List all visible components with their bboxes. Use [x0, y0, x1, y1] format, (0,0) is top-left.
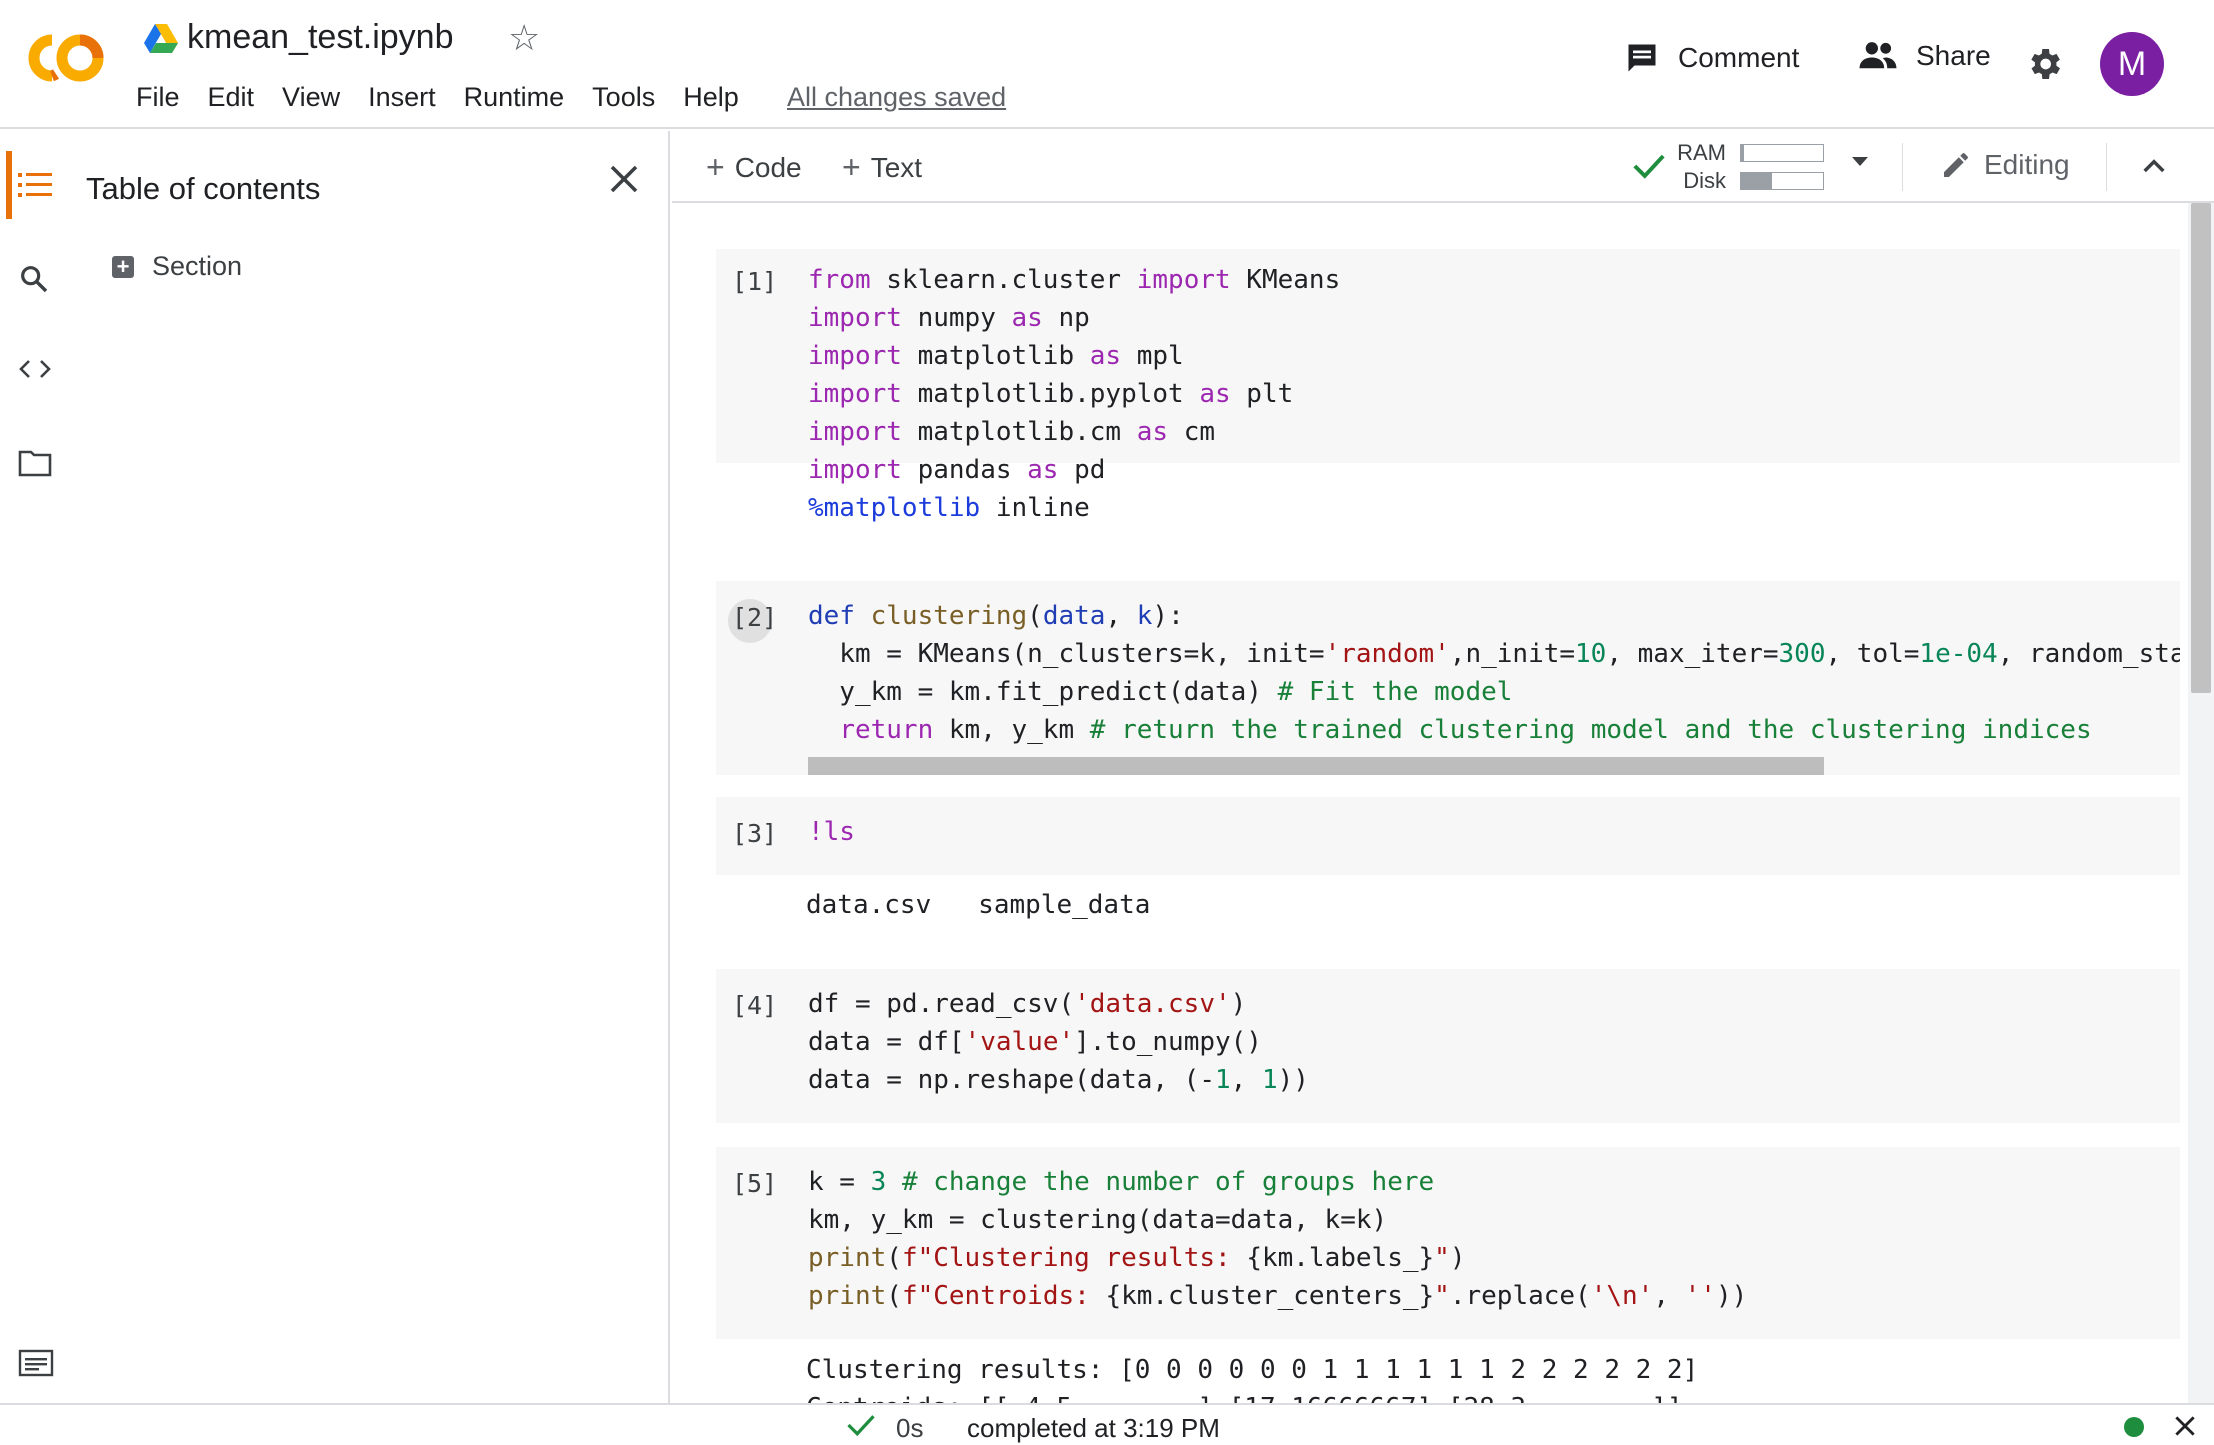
- add-text-label: Text: [870, 151, 923, 183]
- colab-logo[interactable]: [22, 30, 106, 86]
- menu-file[interactable]: File: [136, 80, 180, 114]
- chevron-up-icon[interactable]: [2138, 151, 2170, 183]
- execution-count: [2]: [732, 603, 778, 632]
- add-section-button[interactable]: + Section: [112, 251, 242, 282]
- scrollbar-thumb[interactable]: [2191, 203, 2211, 693]
- rail-active-indicator: [6, 151, 12, 219]
- share-label: Share: [1916, 40, 1991, 71]
- notebook-toolbar: + Code + Text RAM Disk Editing: [672, 131, 2214, 203]
- cell-code[interactable]: def clustering(data, k): km = KMeans(n_c…: [808, 597, 2180, 749]
- code-cell[interactable]: [5] k = 3 # change the number of groups …: [716, 1147, 2180, 1339]
- google-drive-icon[interactable]: [144, 24, 178, 54]
- menu-view[interactable]: View: [282, 80, 340, 114]
- comment-label: Comment: [1678, 42, 1800, 73]
- add-text-button[interactable]: + Text: [842, 149, 922, 186]
- add-code-label: Code: [734, 151, 802, 183]
- chevron-down-icon[interactable]: [1852, 157, 1868, 166]
- save-status-link[interactable]: All changes saved: [787, 80, 1006, 114]
- cell-code[interactable]: from sklearn.cluster import KMeans impor…: [808, 261, 1340, 527]
- cell-output: data.csv sample_data: [806, 890, 1151, 920]
- avatar[interactable]: M: [2100, 32, 2164, 96]
- share-button[interactable]: Share: [1858, 40, 1991, 72]
- search-icon[interactable]: [18, 263, 50, 295]
- cell-output: Clustering results: [0 0 0 0 0 0 1 1 1 1…: [806, 1355, 1699, 1385]
- plus-icon: +: [842, 149, 861, 185]
- cell-code[interactable]: k = 3 # change the number of groups here…: [808, 1163, 1747, 1315]
- resources-indicator[interactable]: RAM Disk: [1672, 139, 1824, 195]
- close-icon[interactable]: [606, 161, 642, 197]
- cell-code[interactable]: df = pd.read_csv('data.csv') data = df['…: [808, 985, 1309, 1099]
- left-rail: [0, 131, 70, 1403]
- code-cell[interactable]: [3] !ls: [716, 797, 2180, 875]
- code-snippets-icon[interactable]: [18, 357, 52, 381]
- execution-count: [1]: [732, 267, 778, 296]
- pencil-icon: [1944, 153, 1968, 177]
- close-icon[interactable]: [2172, 1413, 2198, 1439]
- editing-mode-button[interactable]: Editing: [1940, 149, 2070, 181]
- add-code-button[interactable]: + Code: [706, 149, 802, 186]
- toc-title: Table of contents: [86, 171, 321, 206]
- gear-icon[interactable]: [2024, 44, 2064, 84]
- app-header: kmean_test.ipynb ☆ File Edit View Insert…: [0, 0, 2214, 129]
- menu-edit[interactable]: Edit: [208, 80, 255, 114]
- completion-status[interactable]: completed at 3:19 PM: [967, 1413, 1220, 1444]
- cell-output: Centroids: [[ 4.5 ] [17.16666667] [28.3 …: [806, 1389, 1683, 1403]
- ram-label: RAM: [1677, 140, 1726, 165]
- execution-count: [5]: [732, 1169, 778, 1198]
- notebook-title[interactable]: kmean_test.ipynb: [187, 18, 454, 57]
- disk-usage-bar: [1740, 172, 1824, 190]
- star-icon[interactable]: ☆: [508, 20, 540, 56]
- check-icon: [847, 1415, 875, 1437]
- vertical-scrollbar[interactable]: [2188, 203, 2214, 1403]
- code-cell[interactable]: [2] def clustering(data, k): km = KMeans…: [716, 581, 2180, 775]
- disk-usage-fill: [1741, 173, 1773, 189]
- notebook-area: [1] from sklearn.cluster import KMeans i…: [672, 203, 2188, 1403]
- menu-help[interactable]: Help: [683, 80, 739, 114]
- menu-insert[interactable]: Insert: [368, 80, 436, 114]
- status-bar: 0s completed at 3:19 PM: [0, 1403, 2214, 1445]
- connection-status-dot: [2124, 1417, 2144, 1437]
- editing-label: Editing: [1984, 149, 2070, 180]
- toolbar-divider: [2106, 143, 2107, 191]
- plus-icon: +: [706, 149, 725, 185]
- disk-label: Disk: [1683, 168, 1726, 193]
- comment-icon: [1628, 44, 1656, 72]
- menu-bar: File Edit View Insert Runtime Tools Help: [136, 80, 767, 114]
- table-of-contents-icon[interactable]: [18, 171, 52, 199]
- menu-tools[interactable]: Tools: [592, 80, 655, 114]
- menu-runtime[interactable]: Runtime: [464, 80, 565, 114]
- comment-button[interactable]: Comment: [1624, 40, 1799, 76]
- execution-time: 0s: [896, 1413, 924, 1443]
- execution-count: [3]: [732, 819, 778, 848]
- folder-icon[interactable]: [18, 449, 52, 477]
- section-label: Section: [152, 251, 243, 281]
- execution-count: [4]: [732, 991, 778, 1020]
- add-box-icon: +: [112, 255, 134, 278]
- connected-check-icon: [1633, 154, 1665, 179]
- cell-code[interactable]: !ls: [808, 813, 855, 851]
- code-cell[interactable]: [1] from sklearn.cluster import KMeans i…: [716, 249, 2180, 523]
- people-icon: [1859, 42, 1897, 69]
- code-cell[interactable]: [4] df = pd.read_csv('data.csv') data = …: [716, 969, 2180, 1123]
- horizontal-scrollbar[interactable]: [808, 757, 1824, 775]
- toolbar-divider: [1902, 143, 1903, 191]
- terminal-icon[interactable]: [18, 1349, 54, 1377]
- ram-usage-fill: [1741, 145, 1745, 161]
- ram-usage-bar: [1740, 144, 1824, 162]
- table-of-contents-panel: Table of contents + Section: [70, 131, 670, 1403]
